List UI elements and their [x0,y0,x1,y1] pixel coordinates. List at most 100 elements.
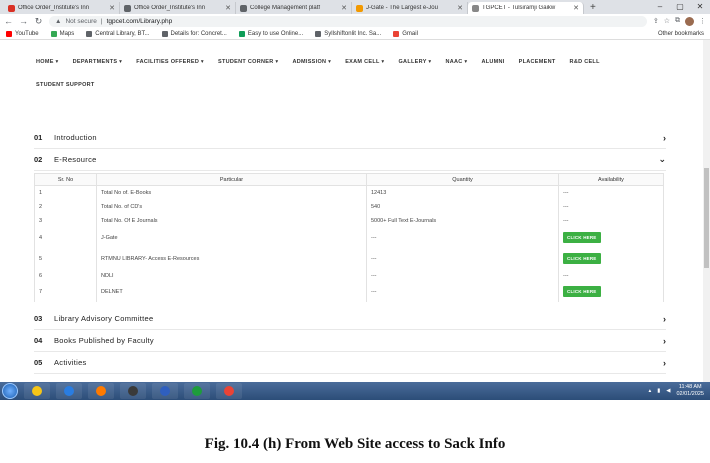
url-text: tgpcet.com/Library.php [106,17,173,25]
cell-particular: Total No. Of E Journals [96,213,367,228]
taskbar-app[interactable] [56,383,82,399]
nav-item[interactable]: R&D CELL [570,59,600,65]
nav-item[interactable]: NAAC ▾ [445,59,467,65]
page-scrollbar[interactable] [703,40,710,382]
address-bar[interactable]: ▲ Not secure | tgpcet.com/Library.php [49,15,647,27]
cell-sr-no: 4 [34,227,97,248]
bookmark-item[interactable]: Easy to use Online... [238,30,303,37]
accordion-title: Introduction [54,133,97,142]
start-button[interactable] [2,383,18,399]
availability-text: --- [563,217,569,224]
bookmark-item[interactable]: Details for: Concret... [161,30,227,37]
accordion-item[interactable]: 04 Books Published by Faculty › [34,330,666,352]
accordion-title: E-Resource [54,155,97,164]
close-icon[interactable]: ✕ [457,4,463,12]
availability-text: --- [563,203,569,210]
table-row: 2 Total No. of CD's 540 --- [34,199,664,214]
availability-text: --- [563,189,569,196]
minimize-button[interactable]: – [650,0,670,14]
forward-icon[interactable]: → [19,16,28,26]
bookmark-label: Central Library, BT... [95,30,150,37]
browser-tab[interactable]: J-Gate - The Largest e-Jou ✕ [352,2,468,14]
reload-icon[interactable]: ↻ [34,16,43,27]
tab-favicon-icon [240,4,247,12]
bookmark-item[interactable]: YouTube [6,30,39,37]
cell-particular: Total No. of CD's [96,199,367,214]
browser-tab-strip: Office Order_Institute's Inn ✕ Office Orde… [0,0,710,14]
back-icon[interactable]: ← [4,16,13,26]
accordion-item[interactable]: 01 Introduction › [34,127,666,149]
nav-item[interactable]: HOME ▾ [36,59,59,65]
taskbar-app[interactable] [152,383,178,399]
click-here-button[interactable]: CLICK HERE [563,232,601,243]
cell-availability: --- [558,185,664,200]
accordion-number: 04 [34,336,43,345]
share-icon[interactable]: ⇪ [653,17,659,25]
accordion-item[interactable]: 02 E-Resource ⌄ [34,149,666,171]
nav-item[interactable]: GALLERY ▾ [398,59,431,65]
bookmark-item[interactable]: Maps [50,30,74,37]
cell-availability: CLICK HERE [558,281,664,302]
tab-label: J-Gate - The Largest e-Jou [366,5,438,11]
network-icon[interactable]: ▮ [657,388,660,394]
close-icon[interactable]: ✕ [225,4,231,12]
nav-item[interactable]: EXAM CELL ▾ [345,59,384,65]
close-window-button[interactable]: ✕ [690,0,710,14]
star-icon[interactable]: ☆ [664,17,670,25]
extensions-icon[interactable]: ⧉ [675,17,680,25]
clock-date: 02/01/2025 [676,391,704,397]
taskbar-app[interactable] [24,383,50,399]
bookmark-item[interactable]: Gmail [393,30,418,37]
accordion-number: 02 [34,155,43,164]
taskbar-app[interactable] [184,383,210,399]
bookmark-label: YouTube [15,30,39,37]
bookmark-label: Syllshiftonlit Inc. Sa... [324,30,382,37]
click-here-button[interactable]: CLICK HERE [563,286,601,297]
taskbar-app[interactable] [216,383,242,399]
close-icon[interactable]: ✕ [573,4,579,12]
close-icon[interactable]: ✕ [109,4,115,12]
chrome-icon [224,386,234,396]
taskbar-app[interactable] [120,383,146,399]
accordion-item[interactable]: 05 Activities › [34,352,666,374]
menu-icon[interactable]: ⋮ [699,17,706,25]
bookmark-item[interactable]: Central Library, BT... [86,30,150,37]
other-bookmarks[interactable]: Other bookmarks [655,31,704,37]
accordion-item[interactable]: 03 Library Advisory Committee › [34,308,666,330]
profile-avatar[interactable] [685,16,694,26]
table-row: 6 NDLI --- --- [34,269,664,282]
browser-tab[interactable]: TGPCET - Tulsiramji Gaikw ✕ [468,2,584,14]
click-here-button[interactable]: CLICK HERE [563,253,601,264]
cell-quantity: --- [366,281,559,302]
scrollbar-thumb[interactable] [704,168,709,268]
cell-availability: --- [558,269,664,282]
cell-quantity: 5000+ Full Text E-Journals [366,213,559,228]
bookmark-label: Gmail [402,30,418,37]
bookmark-favicon-icon [315,30,322,37]
nav-item[interactable]: FACILITIES OFFERED ▾ [136,59,204,65]
nav-item[interactable]: ADMISSION ▾ [292,59,331,65]
accordion-title: Books Published by Faculty [54,336,154,345]
accordion-title: Activities [54,358,87,367]
browser-tab[interactable]: College Management platf ✕ [236,2,352,14]
nav-item[interactable]: PLACEMENT [519,59,556,65]
nav-item[interactable]: DEPARTMENTS ▾ [73,59,123,65]
cell-quantity: --- [366,247,559,270]
column-header: Availability [558,173,664,186]
bookmark-favicon-icon [50,30,57,37]
clock[interactable]: 11:48 AM 02/01/2025 [676,384,704,398]
new-tab-button[interactable]: + [584,2,602,14]
column-header: Quantity [366,173,559,186]
bookmark-item[interactable]: Syllshiftonlit Inc. Sa... [315,30,382,37]
show-hidden-icons-icon[interactable]: ▴ [648,388,651,394]
cell-sr-no: 7 [34,281,97,302]
volume-icon[interactable]: ◀ [666,388,670,394]
browser-tab[interactable]: Office Order_Institute's Inn ✕ [4,2,120,14]
nav-item-student-support[interactable]: STUDENT SUPPORT [36,82,710,88]
maximize-button[interactable]: ▢ [670,0,690,14]
taskbar-app[interactable] [88,383,114,399]
close-icon[interactable]: ✕ [341,4,347,12]
nav-item[interactable]: STUDENT CORNER ▾ [218,59,278,65]
browser-tab[interactable]: Office Order_Institute's Inn ✕ [120,2,236,14]
nav-item[interactable]: ALUMNI [481,59,504,65]
